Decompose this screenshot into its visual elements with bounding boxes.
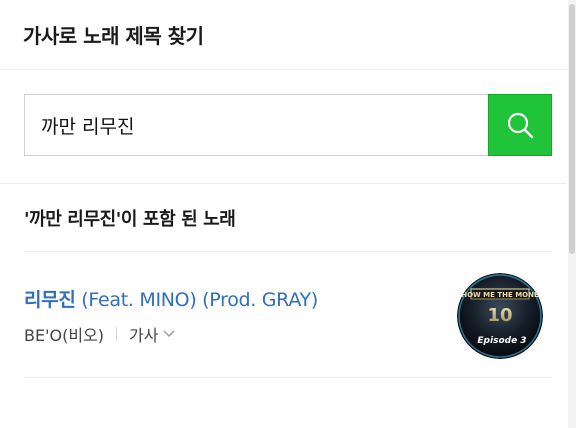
results-heading-divider [24,251,552,252]
page-title: 가사로 노래 제목 찾기 [23,24,204,48]
search-input[interactable] [24,94,488,156]
album-subtitle: Episode 3 [477,336,526,346]
artist-name[interactable]: BE'O(비오) [24,322,104,346]
scrollbar[interactable] [568,0,576,428]
result-divider [24,377,552,378]
header-divider [0,69,566,70]
search-button[interactable] [488,94,552,156]
album-logo-text: SHOW ME THE MONEY [457,291,543,299]
lyrics-toggle[interactable]: 가사 [129,322,175,346]
song-meta: BE'O(비오) 가사 [24,322,175,346]
results-heading: '까만 리무진'이 포함 된 노래 [24,209,236,230]
scrollbar-thumb[interactable] [569,4,575,254]
song-title-link[interactable]: 리무진 (Feat. MINO) (Prod. GRAY) [24,285,318,312]
album-art-image: SHOW ME THE MONEY 10 Episode 3 [457,273,543,359]
meta-separator [116,327,118,341]
search-bar [24,94,552,158]
album-number: 10 [487,305,512,326]
lyrics-label: 가사 [129,326,159,345]
chevron-down-icon [163,330,175,337]
song-title-rest: (Feat. MINO) (Prod. GRAY) [75,289,318,311]
song-title-highlight: 리무진 [24,289,76,311]
search-divider [0,183,566,184]
album-art[interactable]: SHOW ME THE MONEY 10 Episode 3 [457,273,543,359]
search-icon [507,112,534,139]
